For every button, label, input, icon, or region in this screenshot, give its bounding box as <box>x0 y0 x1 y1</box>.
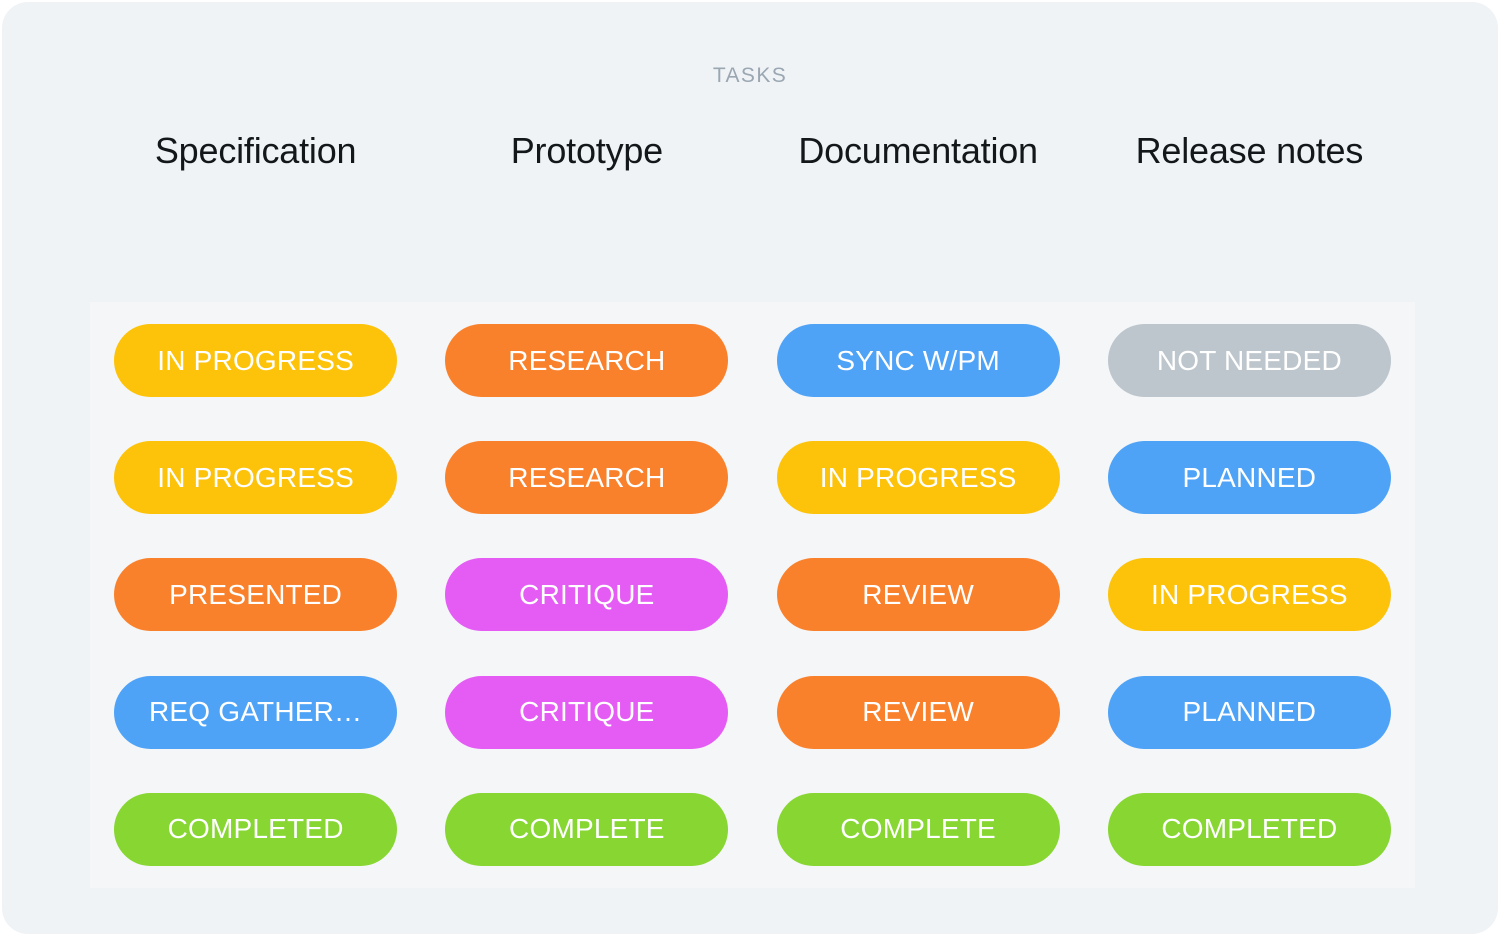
table-row: PRESENTED <box>90 536 421 653</box>
table-row: CRITIQUE <box>421 536 752 653</box>
table-row: COMPLETED <box>90 771 421 888</box>
column-header-prototype: Prototype <box>510 130 664 171</box>
status-badge[interactable]: IN PROGRESS <box>114 441 398 515</box>
column-header-release-notes: Release notes <box>1135 130 1364 171</box>
status-badge[interactable]: REVIEW <box>776 675 1060 749</box>
status-badge-label: COMPLETED <box>167 813 344 845</box>
status-badge[interactable]: RESEARCH <box>445 324 729 398</box>
page-title: TASKS <box>712 64 788 87</box>
status-badge-label: IN PROGRESS <box>157 461 354 493</box>
status-badge[interactable]: PLANNED <box>1107 441 1391 515</box>
status-badge-label: COMPLETED <box>1161 813 1338 845</box>
status-badge-label: RESEARCH <box>508 461 666 493</box>
status-badge[interactable]: NOT NEEDED <box>1107 324 1391 398</box>
status-badge-label: IN PROGRESS <box>1151 578 1348 610</box>
status-badge-label: CRITIQUE <box>519 696 655 728</box>
table-row: NOT NEEDED <box>1084 302 1415 419</box>
status-badge[interactable]: COMPLETE <box>776 792 1060 866</box>
status-badge-label: REVIEW <box>862 578 974 610</box>
status-badge[interactable]: PRESENTED <box>114 558 398 632</box>
status-badge-label: CRITIQUE <box>519 578 655 610</box>
table-row: COMPLETED <box>1084 771 1415 888</box>
status-badge[interactable]: PLANNED <box>1107 675 1391 749</box>
status-badge[interactable]: IN PROGRESS <box>114 324 398 398</box>
status-badge-label: REQ GATHER… <box>148 696 363 728</box>
status-badge-label: IN PROGRESS <box>157 344 354 376</box>
status-badge-label: PLANNED <box>1182 696 1317 728</box>
status-badge-label: COMPLETE <box>509 813 665 845</box>
status-badge[interactable]: SYNC W/PM <box>776 324 1060 398</box>
table-row: SYNC W/PM <box>753 302 1084 419</box>
status-badge-label: PRESENTED <box>169 578 343 610</box>
table-row: RESEARCH <box>421 302 752 419</box>
status-badge[interactable]: IN PROGRESS <box>1107 558 1391 632</box>
column-headers: Specification Prototype Documentation Re… <box>90 130 1415 172</box>
table-row: COMPLETE <box>753 771 1084 888</box>
column-header-documentation: Documentation <box>798 130 1038 171</box>
table-row: REVIEW <box>753 536 1084 653</box>
status-badge-label: REVIEW <box>862 696 974 728</box>
status-badge[interactable]: COMPLETED <box>114 792 398 866</box>
table-row: IN PROGRESS <box>90 419 421 536</box>
status-badge[interactable]: REQ GATHER… <box>114 675 398 749</box>
table-row: IN PROGRESS <box>753 419 1084 536</box>
status-badge-label: IN PROGRESS <box>819 461 1017 493</box>
status-badge-label: PLANNED <box>1182 461 1317 493</box>
table-row: RESEARCH <box>421 419 752 536</box>
table-row: IN PROGRESS <box>1084 536 1415 653</box>
table-row: REQ GATHER… <box>90 654 421 771</box>
status-grid: IN PROGRESS RESEARCH SYNC W/PM NOT NEEDE… <box>90 302 1415 888</box>
status-badge-label: SYNC W/PM <box>836 344 1000 376</box>
table-row: PLANNED <box>1084 419 1415 536</box>
status-badge-label: COMPLETE <box>840 813 996 845</box>
table-row: IN PROGRESS <box>90 302 421 419</box>
status-badge[interactable]: REVIEW <box>776 558 1060 632</box>
status-badge[interactable]: RESEARCH <box>445 441 729 515</box>
status-badge[interactable]: COMPLETED <box>1107 792 1391 866</box>
tasks-board-card: TASKS Specification Prototype Documentat… <box>2 2 1498 934</box>
status-badge[interactable]: CRITIQUE <box>445 675 729 749</box>
status-badge[interactable]: CRITIQUE <box>445 558 729 632</box>
status-badge[interactable]: IN PROGRESS <box>776 441 1060 515</box>
status-badge-label: RESEARCH <box>508 344 666 376</box>
table-row: COMPLETE <box>421 771 752 888</box>
status-panel: IN PROGRESS RESEARCH SYNC W/PM NOT NEEDE… <box>90 302 1415 888</box>
status-badge-label: NOT NEEDED <box>1156 344 1342 376</box>
table-row: CRITIQUE <box>421 654 752 771</box>
table-row: PLANNED <box>1084 654 1415 771</box>
table-row: REVIEW <box>753 654 1084 771</box>
status-badge[interactable]: COMPLETE <box>445 792 729 866</box>
column-header-specification: Specification <box>154 130 357 171</box>
